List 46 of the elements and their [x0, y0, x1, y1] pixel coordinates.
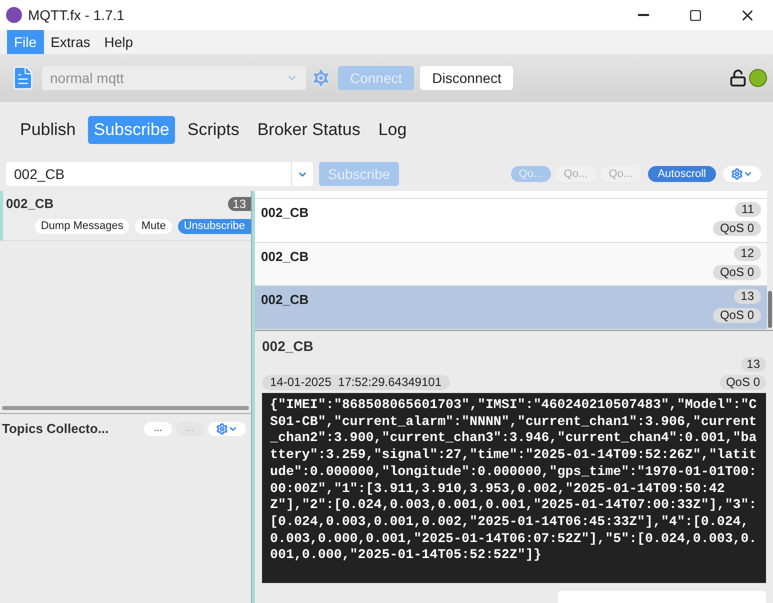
message-row[interactable]: 002_CB 11 QoS 0 [255, 198, 767, 243]
topic-field[interactable]: 002_CB [6, 162, 313, 186]
qos-label: QoS 0 [712, 264, 761, 280]
subscription-item[interactable]: 002_CB 13 Dump Messages Mute Unsubscribe [0, 191, 251, 241]
message-number: 13 [740, 357, 766, 372]
gears-icon [216, 422, 238, 434]
subscription-action-button[interactable]: Dump Messages [34, 218, 130, 234]
tab[interactable]: Broker Status [251, 116, 366, 144]
message-topic: 002_CB [261, 248, 309, 266]
topics-collector-title: Topics Collecto... [2, 420, 109, 438]
maximize-icon [688, 8, 702, 22]
message-number: 12 [734, 246, 761, 261]
unlocked-icon [729, 69, 747, 87]
subscription-action-button[interactable]: Mute [135, 218, 172, 234]
options-button[interactable] [723, 166, 761, 182]
message-row[interactable]: 002_CB 12 QoS 0 [255, 242, 767, 286]
window-title: MQTT.fx - 1.7.1 [28, 6, 124, 25]
message-count: 13 [228, 196, 251, 211]
menu-item[interactable]: Extras [44, 30, 98, 54]
app-logo-icon [6, 7, 22, 23]
tab[interactable]: Log [372, 116, 413, 144]
settings-icon[interactable] [310, 67, 332, 89]
autoscroll-button[interactable]: Autoscroll [648, 166, 716, 182]
message-number: 11 [734, 202, 761, 217]
disconnect-button[interactable]: Disconnect [420, 66, 514, 90]
payload-text: {"IMEI":"868508065601703","IMSI":"460240210507483","Model":"CS01-CB","current_alarm":"NNNN","current_chan1":3.906,"current_chan2":3.900,"current_chan3":3.946,"current_chan4":0.001,"battery":3.259,"signal":27,"time":"2025-01-14T09:52:26Z","latitude":0.000000,"longitude":0.000000,"gps_time":"1970-01-01T00:00:00Z","1":[3.911,3.910,3.953,0.002,"2025-01-14T09:50:42Z"],"2":[0.024,0.003,0.001,0.001,"2025-01-14T07:00:33Z"],"3":[0.024,0.003,0.001,0.002,"2025-01-14T06:45:33Z"],"4":[0.024,0.003,0.000,0.001,"2025-01-14T06:07:52Z"],"5":[0.024,0.003,0.001,0.000,"2025-01-14T05:52:52Z"]} [262, 393, 766, 584]
menu-item[interactable]: Help [97, 30, 140, 54]
message-row[interactable] [255, 190, 767, 199]
qos-label: QoS 0 [712, 220, 761, 236]
message-topic: 002_CB [261, 291, 309, 310]
timestamp: 14-01-2025 17:52:29.64349101 [262, 375, 450, 390]
tab[interactable]: Scripts [181, 116, 246, 144]
vertical-scrollbar[interactable] [768, 291, 772, 328]
message-number: 13 [734, 289, 761, 304]
minimize-icon [638, 14, 648, 16]
horizontal-scrollbar[interactable] [2, 406, 249, 410]
qos-label: QoS 0 [712, 308, 761, 324]
message-topic: 002_CB [261, 204, 309, 222]
collector-options-button[interactable] [208, 422, 246, 436]
message-row[interactable]: 002_CB 13 QoS 0 [255, 286, 767, 330]
qos-label: QoS 0 [720, 375, 766, 390]
detail-topic: 002_CB [262, 337, 314, 356]
subscription-topic: 002_CB [6, 195, 54, 213]
collector-button[interactable]: ... [144, 422, 172, 436]
gears-icon [731, 168, 753, 180]
tab[interactable]: Publish [14, 116, 82, 144]
